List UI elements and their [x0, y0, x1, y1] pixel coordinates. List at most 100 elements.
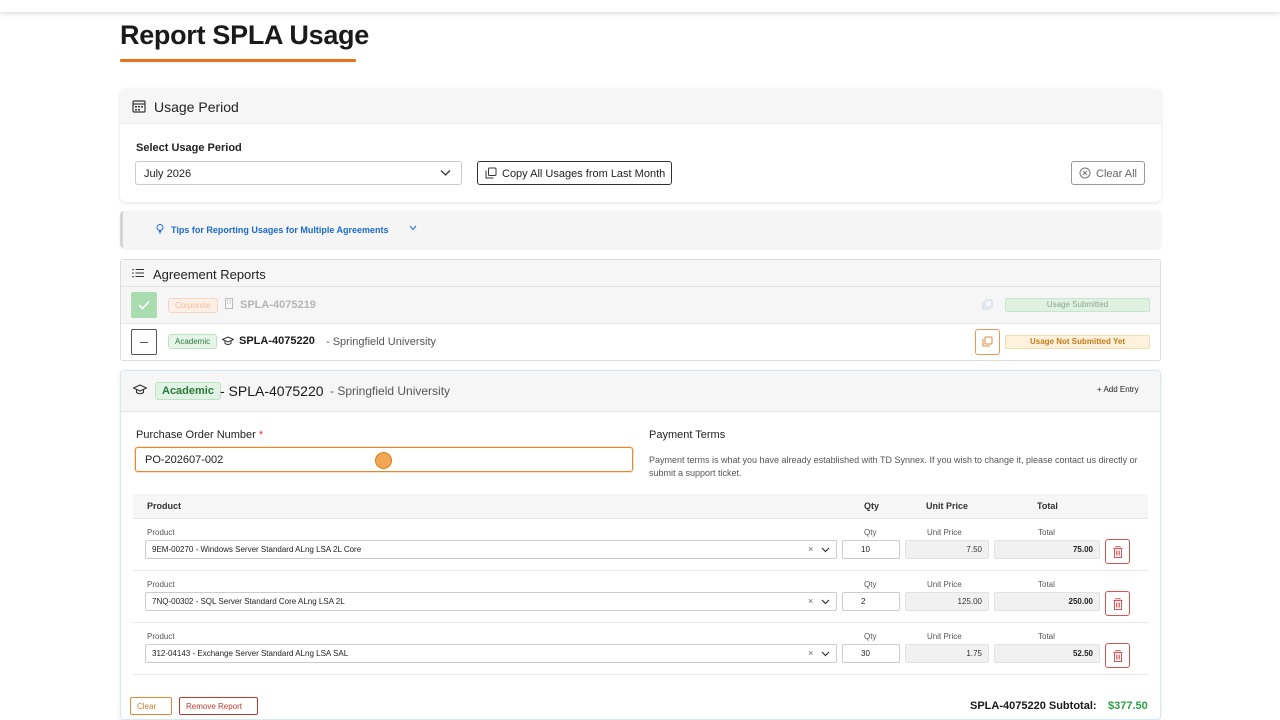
delete-row-button[interactable]: [1105, 643, 1130, 668]
agreement-number: SPLA-4075220: [239, 335, 315, 347]
table-row: Product Qty Unit Price Total 9EM-00270 -…: [133, 519, 1148, 571]
qty-value: 10: [861, 545, 870, 554]
remove-report-label: Remove Report: [186, 702, 243, 711]
top-navigation-bar: [0, 0, 1280, 12]
usage-period-card: Usage Period Select Usage Period July 20…: [120, 89, 1161, 202]
report-agreement-number: - SPLA-4075220: [220, 383, 324, 399]
payment-terms-text: Payment terms is what you have already e…: [649, 455, 1138, 478]
agreement-reports-card: Agreement Reports Corporate SPLA-4075219…: [120, 259, 1161, 361]
copy-icon: [485, 167, 497, 179]
subtotal-value: $377.50: [1108, 700, 1148, 712]
trash-icon: [1113, 650, 1123, 662]
column-header-product: Product: [147, 501, 182, 511]
agreement-row[interactable]: Academic SPLA-4075220 - Springfield Univ…: [121, 324, 1160, 360]
clear-all-label: Clear All: [1096, 168, 1137, 180]
list-icon: [132, 268, 144, 278]
unit-price-value: 7.50: [966, 545, 982, 554]
chevron-down-icon: [821, 599, 830, 605]
copy-all-usages-label: Copy All Usages from Last Month: [502, 168, 666, 180]
po-number-value: PO-202607-002: [145, 454, 224, 466]
clear-report-button[interactable]: Clear: [130, 697, 172, 715]
clear-icon[interactable]: ×: [808, 596, 813, 606]
usage-period-select-label: Select Usage Period: [136, 142, 242, 154]
qty-input[interactable]: 10: [842, 540, 900, 559]
qty-input[interactable]: 30: [842, 644, 900, 663]
tips-toggle[interactable]: Tips for Reporting Usages for Multiple A…: [120, 211, 1161, 248]
chevron-down-icon: [440, 170, 451, 176]
unit-price-field: 125.00: [905, 592, 989, 611]
product-value: 9EM-00270 - Windows Server Standard ALng…: [152, 545, 362, 554]
product-field-label: Product: [147, 632, 175, 641]
column-header-unit-price: Unit Price: [926, 501, 969, 511]
tips-label: Tips for Reporting Usages for Multiple A…: [171, 225, 389, 235]
column-header-total: Total: [1037, 501, 1058, 511]
unit-price-field-label: Unit Price: [927, 580, 962, 589]
clear-report-label: Clear: [137, 702, 157, 711]
agreement-row[interactable]: Corporate SPLA-4075219 Usage Submitted: [121, 287, 1160, 324]
clear-icon[interactable]: ×: [808, 648, 813, 658]
report-organization: - Springfield University: [330, 384, 451, 398]
chevron-down-icon: [409, 225, 417, 231]
usage-period-select[interactable]: July 2026: [135, 161, 462, 185]
qty-field-label: Qty: [864, 528, 877, 537]
unit-price-field-label: Unit Price: [927, 632, 962, 641]
qty-input[interactable]: 2: [842, 592, 900, 611]
total-value: 52.50: [1072, 649, 1093, 658]
unit-price-value: 125.00: [957, 597, 982, 606]
column-header-qty: Qty: [864, 501, 880, 511]
add-entry-button[interactable]: + Add Entry: [1097, 385, 1139, 394]
delete-row-button[interactable]: [1105, 591, 1130, 616]
product-select[interactable]: 7NQ-00302 - SQL Server Standard Core ALn…: [145, 592, 837, 611]
total-field-label: Total: [1038, 528, 1055, 537]
total-field: 75.00: [994, 540, 1100, 559]
po-number-label: Purchase Order Number *: [136, 429, 264, 441]
product-select[interactable]: 9EM-00270 - Windows Server Standard ALng…: [145, 540, 837, 559]
qty-value: 2: [861, 597, 866, 606]
usage-period-heading: Usage Period: [154, 99, 239, 115]
required-marker: *: [258, 429, 264, 441]
clear-all-button[interactable]: Clear All: [1071, 161, 1145, 185]
agreement-number: SPLA-4075219: [240, 299, 316, 311]
check-icon: [138, 300, 150, 310]
agreement-report-card: Academic - SPLA-4075220 - Springfield Un…: [120, 370, 1161, 720]
remove-report-button[interactable]: Remove Report: [179, 697, 258, 715]
graduation-cap-icon: [222, 336, 234, 345]
product-select[interactable]: 312-04143 - Exchange Server Standard ALn…: [145, 644, 837, 663]
delete-row-button[interactable]: [1105, 539, 1130, 564]
unit-price-field-label: Unit Price: [927, 528, 962, 537]
usage-period-header: Usage Period: [120, 89, 1161, 124]
academic-badge: Academic: [168, 334, 218, 349]
mouse-cursor-indicator: [375, 452, 392, 469]
status-badge: Usage Not Submitted Yet: [1005, 335, 1150, 349]
building-icon: [225, 298, 233, 309]
table-row: Product Qty Unit Price Total 7NQ-00302 -…: [133, 571, 1148, 623]
agreement-checkbox-checked[interactable]: [131, 292, 157, 318]
agreement-reports-header: Agreement Reports: [121, 260, 1160, 287]
total-field-label: Total: [1038, 632, 1055, 641]
qty-field-label: Qty: [864, 580, 877, 589]
unit-price-field: 7.50: [905, 540, 989, 559]
copy-usage-button[interactable]: [975, 329, 1000, 355]
circle-x-icon: [1079, 167, 1091, 179]
total-field: 250.00: [994, 592, 1100, 611]
title-underline: [120, 59, 356, 62]
total-field: 52.50: [994, 644, 1100, 663]
clear-icon[interactable]: ×: [808, 544, 813, 554]
copy-all-usages-button[interactable]: Copy All Usages from Last Month: [477, 161, 672, 185]
chevron-down-icon: [821, 547, 830, 553]
agreement-checkbox-indeterminate[interactable]: [131, 329, 157, 355]
unit-price-field: 1.75: [905, 644, 989, 663]
product-table: Product Qty Unit Price Total Product Qty…: [133, 494, 1148, 692]
corporate-badge: Corporate: [168, 298, 218, 313]
usage-period-selected-value: July 2026: [144, 168, 192, 180]
lightbulb-icon: [156, 224, 164, 234]
product-value: 7NQ-00302 - SQL Server Standard Core ALn…: [152, 597, 345, 606]
copy-icon: [982, 336, 993, 347]
chevron-down-icon: [821, 651, 830, 657]
agreement-reports-heading: Agreement Reports: [153, 267, 266, 282]
total-value: 75.00: [1072, 545, 1093, 554]
qty-value: 30: [861, 649, 870, 658]
academic-badge: Academic: [155, 382, 221, 400]
subtotal-label: SPLA-4075220 Subtotal:: [970, 700, 1097, 712]
status-badge: Usage Submitted: [1005, 298, 1150, 312]
